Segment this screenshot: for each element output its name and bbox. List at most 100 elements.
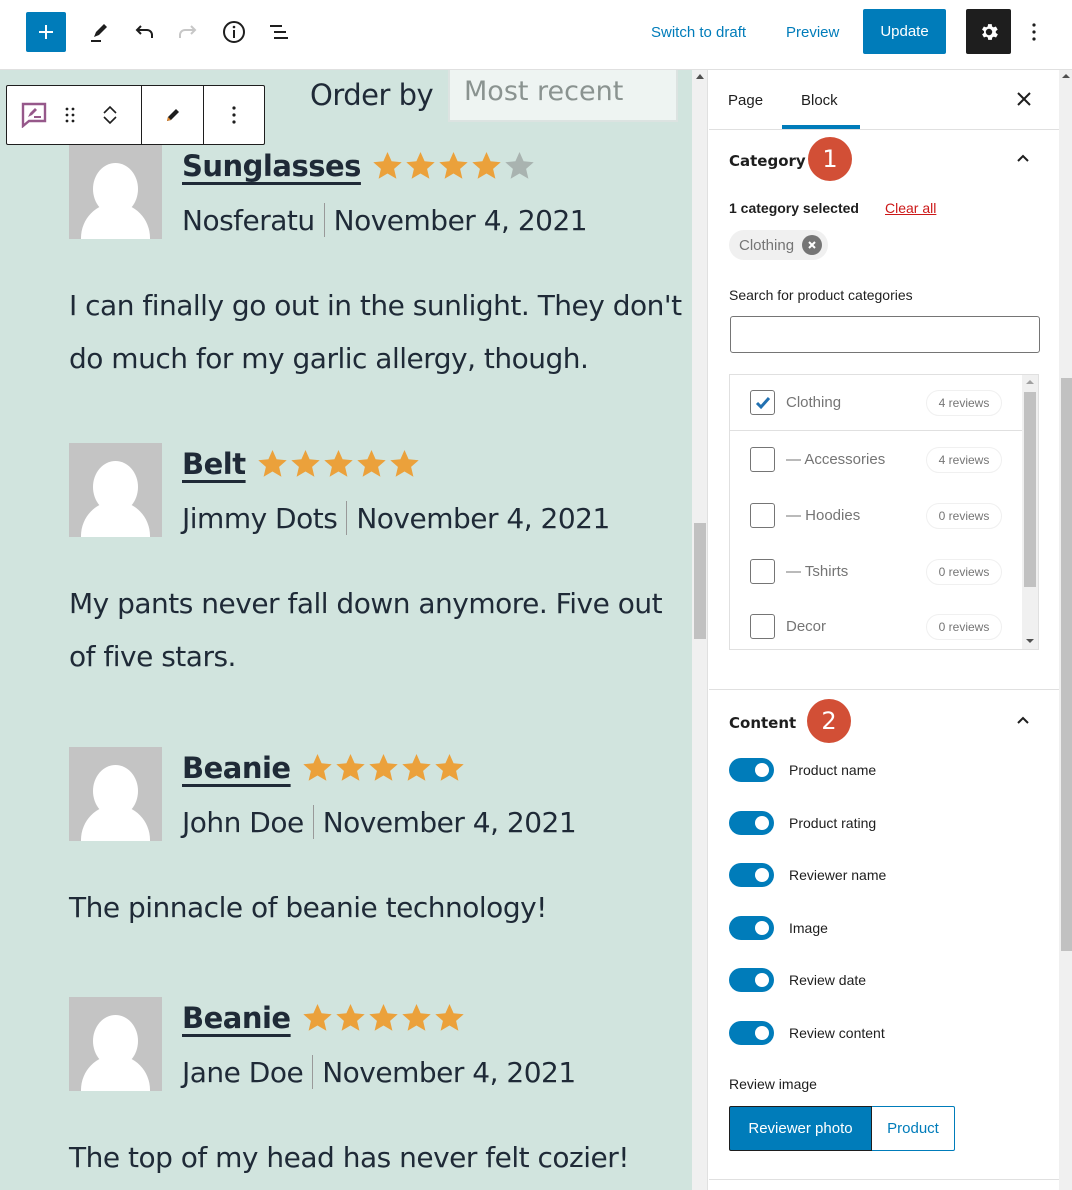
undo-button[interactable]	[128, 16, 160, 48]
star-filled-icon	[335, 1003, 365, 1031]
list-view-button[interactable]	[263, 16, 295, 48]
tab-block[interactable]: Block	[801, 92, 838, 109]
order-by-select[interactable]: Most recent	[448, 70, 678, 122]
reviewer-avatar	[69, 443, 162, 537]
chevron-up-icon[interactable]	[102, 103, 118, 115]
meta-separator	[312, 805, 314, 839]
gear-icon	[981, 23, 998, 40]
close-icon	[808, 241, 816, 249]
star-filled-icon	[401, 1003, 431, 1031]
star-filled-icon	[302, 753, 332, 781]
sidebar-scrollbar-thumb[interactable]	[1061, 378, 1072, 951]
category-checkbox[interactable]	[750, 447, 775, 472]
details-button[interactable]	[218, 16, 250, 48]
scroll-down-arrow[interactable]	[1026, 639, 1034, 643]
star-empty-icon	[505, 151, 534, 179]
update-button[interactable]: Update	[863, 9, 946, 54]
star-filled-icon	[434, 753, 464, 781]
preview-button[interactable]: Preview	[786, 24, 839, 41]
active-tab-indicator	[782, 125, 860, 129]
scroll-up-arrow[interactable]	[696, 74, 704, 79]
options-button[interactable]	[1022, 16, 1046, 48]
toggle-switch[interactable]	[729, 863, 774, 887]
category-list-item[interactable]: Clothing 4 reviews	[730, 375, 1022, 431]
toggle-row: Review date	[729, 968, 866, 992]
toggle-switch[interactable]	[729, 1021, 774, 1045]
drag-handle[interactable]	[55, 86, 85, 144]
star-filled-icon	[472, 151, 501, 179]
edit-button[interactable]	[142, 86, 203, 144]
category-panel-title[interactable]: Category	[729, 152, 806, 170]
reviewer-photo-option[interactable]: Reviewer photo	[729, 1106, 872, 1151]
category-name: — Hoodies	[786, 507, 861, 524]
product-name-link[interactable]: Sunglasses	[182, 149, 361, 183]
search-categories-input[interactable]	[730, 316, 1040, 353]
content-panel-title[interactable]: Content	[729, 714, 796, 732]
settings-button[interactable]	[966, 9, 1011, 54]
remove-chip-button[interactable]	[802, 235, 823, 255]
pencil-icon	[91, 24, 107, 42]
info-icon	[223, 21, 245, 43]
category-list-item[interactable]: — Tshirts 0 reviews	[730, 544, 1022, 600]
product-rating	[301, 1002, 466, 1035]
vertical-ellipsis-icon	[1032, 23, 1036, 41]
category-checkbox[interactable]	[750, 503, 775, 528]
add-block-button[interactable]	[26, 12, 66, 52]
scroll-up-arrow[interactable]	[1026, 380, 1034, 384]
chevron-up-icon[interactable]	[1015, 150, 1031, 166]
toggle-switch[interactable]	[729, 811, 774, 835]
chevron-down-icon[interactable]	[102, 115, 118, 127]
category-scrollbar-thumb[interactable]	[1024, 392, 1036, 587]
category-checkbox[interactable]	[750, 614, 775, 639]
category-list: Decor 0 reviews — Tshirts 0 reviews — Ho…	[729, 374, 1039, 650]
product-name-link[interactable]: Belt	[182, 447, 246, 481]
category-checkbox[interactable]	[750, 559, 775, 584]
category-list-item[interactable]: Decor 0 reviews	[730, 599, 1022, 649]
sidebar-scrollbar[interactable]	[1059, 70, 1072, 1190]
block-type-button[interactable]	[7, 86, 55, 144]
product-name-link[interactable]: Beanie	[182, 1001, 291, 1035]
toggle-switch[interactable]	[729, 968, 774, 992]
category-checkbox[interactable]	[750, 390, 775, 415]
block-options-button[interactable]	[204, 86, 264, 144]
sidebar-tabs: Page Block	[709, 70, 1059, 130]
settings-sidebar: Page Block Category 1 1 category selecte…	[709, 70, 1059, 1190]
selected-category-chip: Clothing	[729, 230, 829, 260]
step-badge-1: 1	[808, 137, 852, 181]
star-filled-icon	[389, 449, 419, 477]
review-content: The top of my head has never felt cozier…	[69, 1141, 629, 1174]
category-list-scrollbar[interactable]	[1022, 375, 1038, 649]
star-filled-icon	[368, 753, 398, 781]
star-filled-icon	[257, 449, 287, 477]
toggle-row: Image	[729, 916, 828, 940]
tab-page[interactable]: Page	[728, 92, 763, 109]
category-review-count: 4 reviews	[926, 447, 1002, 473]
toggle-switch[interactable]	[729, 758, 774, 782]
meta-separator	[346, 501, 348, 535]
product-option[interactable]: Product	[872, 1106, 955, 1151]
close-sidebar-button[interactable]	[1013, 88, 1035, 110]
product-name-link[interactable]: Beanie	[182, 751, 291, 785]
toggle-label: Review content	[789, 1025, 885, 1041]
category-list-item[interactable]: — Hoodies 0 reviews	[730, 488, 1022, 544]
clear-all-link[interactable]: Clear all	[885, 200, 936, 216]
category-list-item[interactable]: — Accessories 4 reviews	[730, 432, 1022, 488]
star-filled-icon	[368, 1003, 398, 1031]
star-filled-icon	[323, 449, 353, 477]
chevron-up-icon[interactable]	[1015, 712, 1031, 728]
move-buttons[interactable]	[85, 86, 135, 144]
reviewer-name: John Doe	[182, 805, 304, 839]
editor-canvas[interactable]: Order by Most recent Sunglasses Nosferat…	[0, 70, 692, 1190]
scroll-up-arrow[interactable]	[1062, 74, 1070, 78]
redo-button[interactable]	[172, 16, 204, 48]
selected-count: 1 category selected	[729, 200, 859, 216]
switch-to-draft-button[interactable]: Switch to draft	[651, 24, 746, 41]
star-filled-icon	[401, 753, 431, 781]
tools-button[interactable]	[82, 16, 114, 48]
review-content: The pinnacle of beanie technology!	[69, 891, 547, 924]
toggle-switch[interactable]	[729, 916, 774, 940]
star-filled-icon	[302, 1003, 332, 1031]
checkmark-icon	[755, 396, 770, 409]
canvas-scrollbar-thumb[interactable]	[694, 523, 706, 639]
canvas-scrollbar[interactable]	[692, 70, 708, 1190]
